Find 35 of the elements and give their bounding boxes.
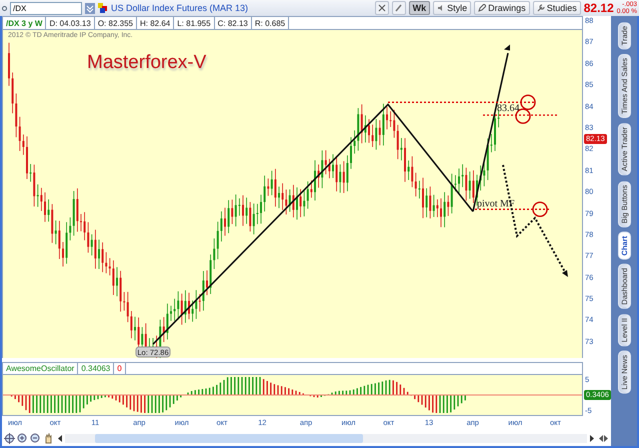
oscillator-setting: 0	[114, 363, 126, 374]
info-cell: C: 82.13	[214, 17, 252, 29]
info-cell: D: 04.03.13	[46, 17, 95, 29]
chart-label: Masterforex-V	[87, 52, 206, 74]
colored-squares-icon	[98, 3, 108, 13]
info-cell: L: 81.955	[174, 17, 215, 29]
circle-marker	[532, 202, 548, 218]
scroll-right-icon[interactable]	[589, 434, 596, 442]
hand-icon[interactable]	[43, 432, 54, 444]
dropdown-icon[interactable]	[85, 2, 95, 14]
info-cell: /DX 3 y W	[3, 17, 46, 29]
scroll-left-icon[interactable]	[56, 434, 63, 442]
zoom-in-icon[interactable]	[17, 432, 28, 444]
level-label: 83.64	[497, 103, 520, 114]
symbol-field[interactable]: /DX	[10, 2, 82, 14]
oscillator-name: AwesomeOscillator	[3, 363, 78, 374]
scrollbar-track[interactable]	[65, 434, 587, 442]
fit-arrows-icon[interactable]	[598, 432, 609, 444]
toolbar-button[interactable]: Wk	[408, 1, 430, 15]
toolbar-button[interactable]: Studies	[532, 1, 581, 15]
last-price: 82.12	[584, 1, 614, 15]
circle-marker	[520, 94, 536, 110]
info-cell: O: 82.355	[94, 17, 137, 29]
wrench-icon	[536, 4, 545, 12]
scrollbar-thumb[interactable]	[95, 434, 363, 442]
oscillator-value: 0.34063	[78, 363, 114, 374]
zoom-fit-icon[interactable]	[4, 432, 15, 444]
ring-icon	[2, 6, 7, 10]
pencil-icon	[478, 4, 486, 12]
instrument-title[interactable]: US Dollar Index Futures (MAR 13)	[111, 3, 248, 13]
zoom-out-icon[interactable]	[30, 432, 41, 444]
info-cell: R: 0.685	[252, 17, 290, 29]
toolbar-button[interactable]: Drawings	[474, 1, 530, 15]
info-cell: H: 82.64	[136, 17, 174, 29]
toolbar-button[interactable]: Style	[433, 1, 472, 15]
